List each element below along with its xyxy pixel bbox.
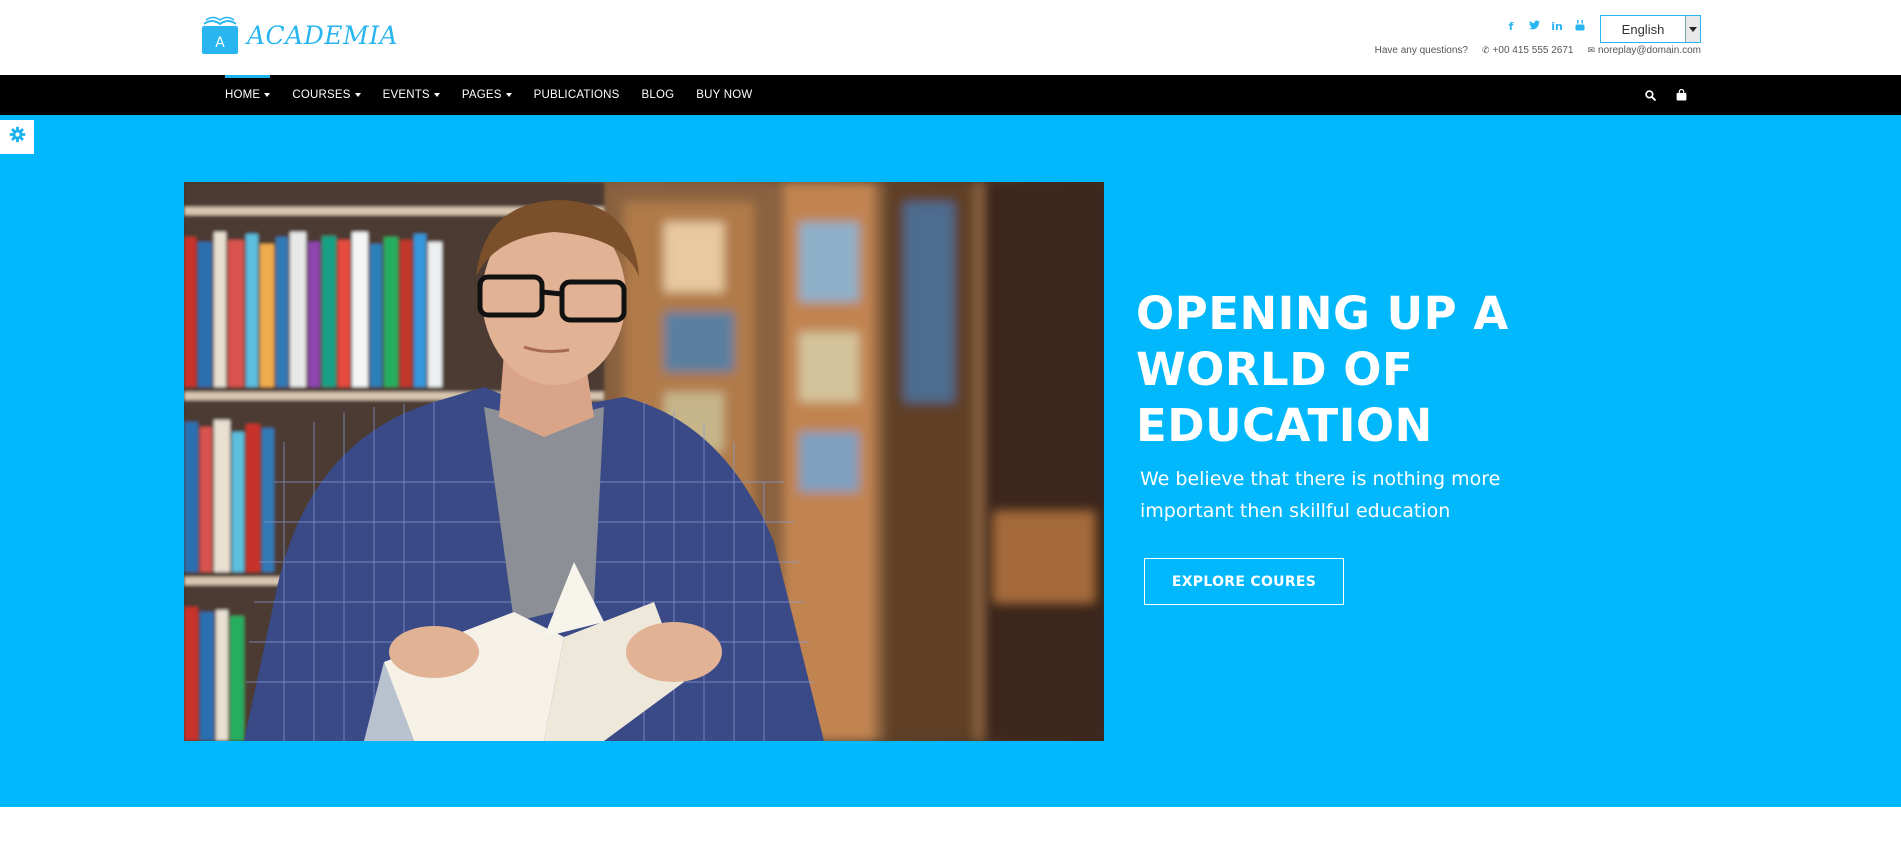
envelope-icon: ✉ (1587, 45, 1596, 56)
nav-item-label: COURSES (292, 89, 351, 101)
caret-down-icon (505, 93, 512, 97)
caret-down-icon (433, 93, 440, 97)
contact-question: Have any questions? (1374, 45, 1468, 56)
nav-item-publications[interactable]: PUBLICATIONS (523, 75, 631, 115)
phone-icon: ✆ (1482, 45, 1490, 56)
nav-item-courses[interactable]: COURSES (281, 75, 371, 115)
site-logo[interactable]: A ACADEMIA (200, 13, 398, 57)
brand-name: ACADEMIA (247, 20, 399, 50)
hero-image-student-reading (184, 182, 1104, 741)
twitter-icon[interactable] (1527, 20, 1541, 34)
nav-item-label: BLOG (641, 89, 675, 101)
hero-subtitle: We believe that there is nothing more im… (1140, 463, 1540, 527)
hero-subtitle-line: important then skillful education (1140, 500, 1451, 522)
chevron-down-icon[interactable] (1685, 16, 1700, 42)
contact-phone: ✆ +00 415 555 2671 (1482, 45, 1573, 56)
linkedin-icon[interactable]: in (1550, 20, 1564, 34)
nav-actions (1642, 75, 1690, 115)
logo-letter: A (215, 35, 225, 51)
nav-item-label: PAGES (461, 89, 502, 101)
nav-item-label: HOME (225, 89, 261, 101)
contact-email[interactable]: ✉ noreplay@domain.com (1587, 45, 1701, 56)
facebook-icon[interactable]: f (1504, 20, 1518, 34)
nav-item-home[interactable]: HOME (214, 75, 281, 115)
nav-item-buy-now[interactable]: BUY NOW (685, 75, 763, 115)
shopping-bag-icon[interactable] (1673, 87, 1690, 104)
search-icon[interactable] (1642, 87, 1659, 104)
youtube-icon[interactable] (1573, 20, 1587, 34)
language-value: English (1621, 21, 1665, 37)
phone-number: +00 415 555 2671 (1492, 45, 1574, 56)
hero-heading: OPENING UP A WORLD OF EDUCATION (1136, 286, 1586, 454)
explore-courses-button[interactable]: EXPLORE COURES (1144, 558, 1344, 605)
nav-item-label: EVENTS (382, 89, 430, 101)
nav-item-blog[interactable]: BLOG (631, 75, 686, 115)
nav-item-label: BUY NOW (696, 89, 753, 101)
gear-icon (9, 126, 26, 148)
caret-down-icon (264, 93, 271, 97)
nav-item-pages[interactable]: PAGES (451, 75, 523, 115)
settings-gear-button[interactable] (0, 120, 34, 154)
hero-heading-line: OPENING UP A (1136, 287, 1509, 340)
language-select[interactable]: English (1600, 15, 1701, 43)
nav-menu: HOME COURSES EVENTS PAGES PUBLICATIONS B… (214, 75, 763, 115)
nav-item-events[interactable]: EVENTS (372, 75, 451, 115)
social-links: f in (1504, 20, 1587, 34)
contact-info: Have any questions? ✆ +00 415 555 2671 ✉… (1375, 45, 1701, 56)
caret-down-icon (354, 93, 361, 97)
student-reading-illustration (184, 182, 1104, 741)
email-address[interactable]: noreplay@domain.com (1598, 45, 1701, 56)
hero-heading-line: EDUCATION (1136, 399, 1433, 452)
nav-item-label: PUBLICATIONS (533, 89, 620, 101)
open-book-logo-icon: A (200, 14, 240, 56)
hero-subtitle-line: We believe that there is nothing more (1140, 468, 1501, 490)
main-nav: HOME COURSES EVENTS PAGES PUBLICATIONS B… (0, 75, 1901, 115)
top-header: A ACADEMIA f in English Have any questio… (0, 0, 1901, 75)
hero-heading-line: WORLD OF (1136, 343, 1414, 396)
